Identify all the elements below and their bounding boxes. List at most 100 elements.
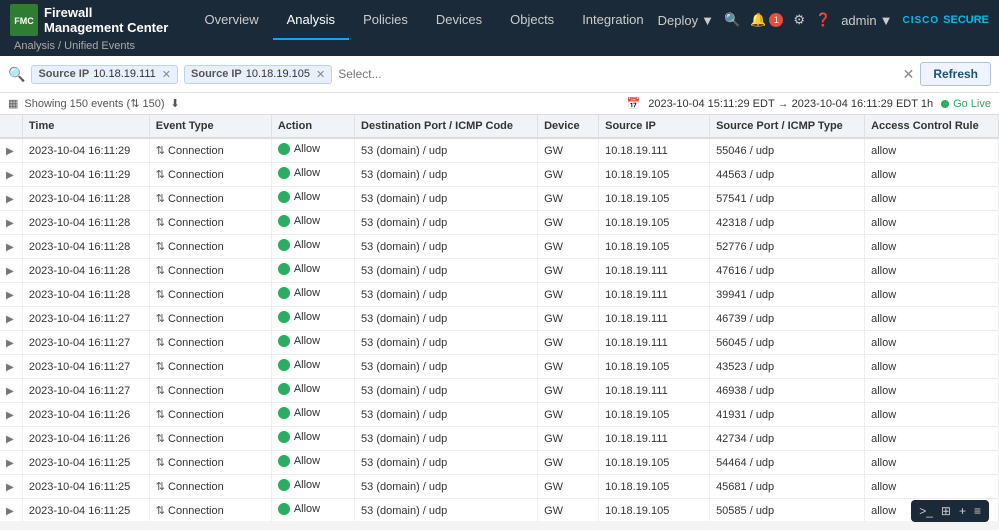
allow-icon-11 — [278, 407, 290, 419]
logo-area: FMC Firewall Management Center — [10, 4, 170, 36]
row-event-type-6: ⇅ Connection — [149, 283, 271, 307]
row-acr-8: allow — [865, 331, 999, 355]
table-row: ▶ 2023-10-04 16:11:29 ⇅ Connection Allow… — [0, 163, 999, 187]
row-time-7: 2023-10-04 16:11:27 — [22, 307, 149, 331]
row-expand-2[interactable]: ▶ — [0, 187, 22, 211]
allow-icon-5 — [278, 263, 290, 275]
add-icon[interactable]: + — [959, 504, 966, 518]
col-event-type[interactable]: Event Type — [149, 115, 271, 138]
table-row: ▶ 2023-10-04 16:11:28 ⇅ Connection Allow… — [0, 283, 999, 307]
connection-icon-9: ⇅ — [156, 361, 165, 373]
row-time-14: 2023-10-04 16:11:25 — [22, 475, 149, 499]
row-expand-14[interactable]: ▶ — [0, 475, 22, 499]
download-icon[interactable]: ⬇ — [170, 97, 179, 110]
row-event-type-7: ⇅ Connection — [149, 307, 271, 331]
row-expand-15[interactable]: ▶ — [0, 499, 22, 522]
row-source-ip-10: 10.18.19.111 — [599, 379, 710, 403]
nav-links: Overview Analysis Policies Devices Objec… — [190, 0, 657, 40]
grid-icon[interactable]: ⊞ — [941, 504, 951, 518]
row-dest-port-13: 53 (domain) / udp — [355, 451, 538, 475]
table-row: ▶ 2023-10-04 16:11:27 ⇅ Connection Allow… — [0, 355, 999, 379]
row-action-15: Allow — [271, 499, 354, 522]
row-device-15: GW — [538, 499, 599, 522]
row-source-port-8: 56045 / udp — [710, 331, 865, 355]
row-expand-7[interactable]: ▶ — [0, 307, 22, 331]
row-expand-5[interactable]: ▶ — [0, 259, 22, 283]
menu-icon[interactable]: ≡ — [974, 504, 981, 518]
col-source-port[interactable]: Source Port / ICMP Type — [710, 115, 865, 138]
row-expand-4[interactable]: ▶ — [0, 235, 22, 259]
col-dest-port[interactable]: Destination Port / ICMP Code — [355, 115, 538, 138]
filter-tag-remove-2[interactable]: ✕ — [316, 68, 325, 81]
row-expand-6[interactable]: ▶ — [0, 283, 22, 307]
row-device-4: GW — [538, 235, 599, 259]
admin-menu[interactable]: admin ▼ — [841, 13, 892, 28]
row-expand-11[interactable]: ▶ — [0, 403, 22, 427]
table-row: ▶ 2023-10-04 16:11:25 ⇅ Connection Allow… — [0, 499, 999, 522]
filter-search-icon[interactable]: 🔍 — [8, 66, 25, 83]
terminal-icon[interactable]: >_ — [919, 504, 933, 518]
table-row: ▶ 2023-10-04 16:11:28 ⇅ Connection Allow… — [0, 187, 999, 211]
bottom-toolbar: >_ ⊞ + ≡ — [911, 500, 989, 522]
row-action-2: Allow — [271, 187, 354, 211]
row-expand-13[interactable]: ▶ — [0, 451, 22, 475]
nav-devices[interactable]: Devices — [422, 0, 496, 40]
row-expand-1[interactable]: ▶ — [0, 163, 22, 187]
row-expand-9[interactable]: ▶ — [0, 355, 22, 379]
row-expand-12[interactable]: ▶ — [0, 427, 22, 451]
table-body: ▶ 2023-10-04 16:11:29 ⇅ Connection Allow… — [0, 138, 999, 521]
col-source-ip[interactable]: Source IP — [599, 115, 710, 138]
row-event-type-4: ⇅ Connection — [149, 235, 271, 259]
row-acr-0: allow — [865, 138, 999, 163]
row-expand-10[interactable]: ▶ — [0, 379, 22, 403]
col-acr[interactable]: Access Control Rule — [865, 115, 999, 138]
row-device-5: GW — [538, 259, 599, 283]
row-device-0: GW — [538, 138, 599, 163]
allow-icon-4 — [278, 239, 290, 251]
connection-icon-10: ⇅ — [156, 385, 165, 397]
row-dest-port-7: 53 (domain) / udp — [355, 307, 538, 331]
nav-integration[interactable]: Integration — [568, 0, 657, 40]
row-action-8: Allow — [271, 331, 354, 355]
notifications-button[interactable]: 🔔1 — [750, 12, 783, 28]
connection-icon-12: ⇅ — [156, 433, 165, 445]
col-time[interactable]: Time — [22, 115, 149, 138]
row-dest-port-14: 53 (domain) / udp — [355, 475, 538, 499]
col-action[interactable]: Action — [271, 115, 354, 138]
search-button[interactable]: 🔍 — [724, 12, 740, 28]
nav-policies[interactable]: Policies — [349, 0, 422, 40]
nav-overview[interactable]: Overview — [190, 0, 272, 40]
filter-clear-button[interactable]: ✕ — [903, 66, 915, 83]
settings-button[interactable]: ⚙ — [793, 12, 805, 28]
row-source-port-4: 52776 / udp — [710, 235, 865, 259]
allow-icon-10 — [278, 383, 290, 395]
row-expand-8[interactable]: ▶ — [0, 331, 22, 355]
row-event-type-15: ⇅ Connection — [149, 499, 271, 522]
col-device[interactable]: Device — [538, 115, 599, 138]
column-selector-icon[interactable]: ▦ — [8, 97, 18, 110]
row-action-3: Allow — [271, 211, 354, 235]
row-source-ip-3: 10.18.19.105 — [599, 211, 710, 235]
refresh-button[interactable]: Refresh — [920, 62, 991, 86]
row-action-5: Allow — [271, 259, 354, 283]
table-row: ▶ 2023-10-04 16:11:29 ⇅ Connection Allow… — [0, 138, 999, 163]
row-acr-12: allow — [865, 427, 999, 451]
row-source-port-13: 54464 / udp — [710, 451, 865, 475]
row-expand-0[interactable]: ▶ — [0, 138, 22, 163]
connection-icon-11: ⇅ — [156, 409, 165, 421]
filter-tag-remove-1[interactable]: ✕ — [162, 68, 171, 81]
row-device-12: GW — [538, 427, 599, 451]
filter-input[interactable] — [338, 67, 896, 81]
go-live-button[interactable]: Go Live — [941, 98, 991, 110]
app-title-area: Firewall Management Center — [44, 5, 170, 35]
deploy-button[interactable]: Deploy ▼ — [658, 13, 714, 28]
row-time-9: 2023-10-04 16:11:27 — [22, 355, 149, 379]
row-expand-3[interactable]: ▶ — [0, 211, 22, 235]
help-button[interactable]: ❓ — [815, 12, 831, 28]
breadcrumb: Analysis / Unified Events — [0, 40, 999, 56]
row-source-port-5: 47616 / udp — [710, 259, 865, 283]
connection-icon-0: ⇅ — [156, 145, 165, 157]
row-acr-10: allow — [865, 379, 999, 403]
nav-analysis[interactable]: Analysis — [273, 0, 349, 40]
nav-objects[interactable]: Objects — [496, 0, 568, 40]
